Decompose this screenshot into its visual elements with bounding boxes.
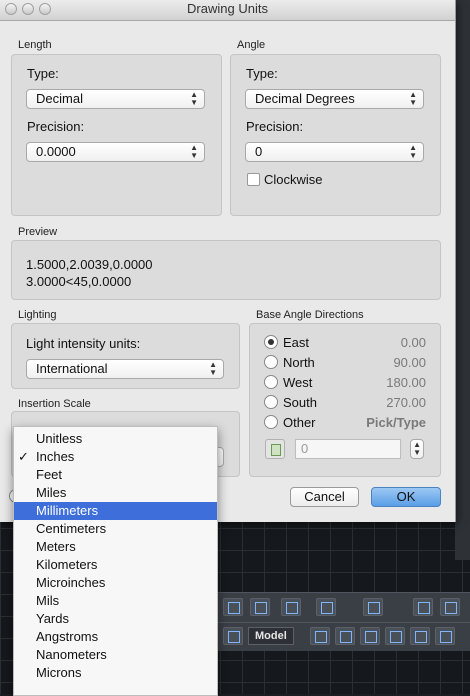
north-value: 90.00 <box>393 355 426 370</box>
toolbar-button[interactable] <box>363 598 383 616</box>
ortho-button[interactable] <box>385 627 405 645</box>
preview-line-2: 3.0000<45,0.0000 <box>26 274 132 289</box>
grid-display-button[interactable] <box>360 627 380 645</box>
menu-item-kilometers[interactable]: Kilometers <box>14 556 217 574</box>
snap-button[interactable] <box>310 627 330 645</box>
cad-toolbar-bottom: Model <box>218 622 470 651</box>
checkmark-icon: ✓ <box>18 449 29 464</box>
dialog-title: Drawing Units <box>187 1 268 16</box>
length-precision-label: Precision: <box>27 119 85 134</box>
angle-section-label: Angle <box>237 39 266 51</box>
menu-item-microns[interactable]: Microns <box>14 664 217 682</box>
stepper-arrows-icon: ▲ ▼ <box>413 440 421 457</box>
menu-item-mils[interactable]: Mils <box>14 592 217 610</box>
angle-type-select[interactable]: Decimal Degrees ▲ ▼ <box>245 89 424 109</box>
length-type-value: Decimal <box>36 91 83 106</box>
cad-side-strip <box>455 0 470 560</box>
south-radio[interactable] <box>264 395 278 409</box>
menu-item-angstroms[interactable]: Angstroms <box>14 628 217 646</box>
menu-item-meters[interactable]: Meters <box>14 538 217 556</box>
minimize-window-icon[interactable] <box>22 3 34 15</box>
ok-button[interactable]: OK <box>371 487 441 507</box>
angle-precision-select[interactable]: 0 ▲ ▼ <box>245 142 424 162</box>
osnap-button[interactable] <box>435 627 455 645</box>
east-label: East <box>283 335 310 350</box>
angle-type-value: Decimal Degrees <box>255 91 355 106</box>
other-angle-stepper[interactable]: ▲ ▼ <box>410 439 424 459</box>
north-radio[interactable] <box>264 355 278 369</box>
menu-item-yards[interactable]: Yards <box>14 610 217 628</box>
angle-type-label: Type: <box>246 66 278 81</box>
close-window-icon[interactable] <box>5 3 17 15</box>
stepper-arrows-icon: ▲ ▼ <box>409 90 417 107</box>
toolbar-button[interactable] <box>413 598 433 616</box>
light-intensity-value: International <box>36 361 108 376</box>
menu-item-microinches[interactable]: Microinches <box>14 574 217 592</box>
preview-line-1: 1.5000,2.0039,0.0000 <box>26 257 153 272</box>
west-value: 180.00 <box>386 375 426 390</box>
menu-item-nanometers[interactable]: Nanometers <box>14 646 217 664</box>
toolbar-button[interactable] <box>316 598 336 616</box>
north-label: North <box>283 355 315 370</box>
menu-item-inches[interactable]: ✓ Inches <box>14 448 217 466</box>
cad-toolbar-top <box>218 592 470 623</box>
other-angle-input[interactable]: 0 <box>295 439 401 459</box>
pick-type-label: Pick/Type <box>366 415 426 430</box>
grid-button[interactable] <box>335 627 355 645</box>
menu-item-centimeters[interactable]: Centimeters <box>14 520 217 538</box>
lighting-group <box>11 323 240 389</box>
menu-item-miles[interactable]: Miles <box>14 484 217 502</box>
other-label: Other <box>283 415 316 430</box>
polar-button[interactable] <box>410 627 430 645</box>
east-value: 0.00 <box>400 335 426 350</box>
toolbar-button[interactable] <box>223 598 243 616</box>
insertion-scale-menu: Unitless ✓ Inches Feet Miles Millimeters … <box>13 426 218 696</box>
menu-item-unitless[interactable]: Unitless <box>14 430 217 448</box>
model-tab[interactable]: Model <box>248 627 294 645</box>
stepper-arrows-icon: ▲ ▼ <box>190 143 198 160</box>
stepper-arrows-icon: ▲ ▼ <box>209 360 217 377</box>
length-type-label: Type: <box>27 66 59 81</box>
clockwise-checkbox[interactable] <box>247 173 260 186</box>
lighting-section-label: Lighting <box>18 309 57 321</box>
angle-precision-value: 0 <box>255 144 263 159</box>
title-bar: Drawing Units <box>0 0 455 21</box>
south-value: 270.00 <box>386 395 426 410</box>
other-radio[interactable] <box>264 415 278 429</box>
insertion-scale-section-label: Insertion Scale <box>18 398 91 410</box>
toolbar-button[interactable] <box>281 598 301 616</box>
length-precision-value: 0.0000 <box>36 144 76 159</box>
length-section-label: Length <box>18 39 52 51</box>
preview-section-label: Preview <box>18 226 58 238</box>
menu-item-feet[interactable]: Feet <box>14 466 217 484</box>
stepper-arrows-icon: ▲ ▼ <box>409 143 417 160</box>
light-intensity-select[interactable]: International ▲ ▼ <box>26 359 224 379</box>
angle-precision-label: Precision: <box>246 119 304 134</box>
pick-angle-icon[interactable] <box>265 439 285 459</box>
grid-toggle-button[interactable] <box>223 627 243 645</box>
length-type-select[interactable]: Decimal ▲ ▼ <box>26 89 205 109</box>
zoom-window-icon[interactable] <box>39 3 51 15</box>
west-label: West <box>283 375 313 390</box>
light-intensity-label: Light intensity units: <box>26 336 141 351</box>
stepper-arrows-icon: ▲ ▼ <box>190 90 198 107</box>
clockwise-label[interactable]: Clockwise <box>264 172 323 187</box>
menu-item-millimeters[interactable]: Millimeters <box>14 502 217 520</box>
toolbar-button[interactable] <box>440 598 460 616</box>
toolbar-button[interactable] <box>250 598 270 616</box>
base-angle-section-label: Base Angle Directions <box>256 309 364 321</box>
cancel-button[interactable]: Cancel <box>290 487 359 507</box>
south-label: South <box>283 395 317 410</box>
east-radio[interactable] <box>264 335 278 349</box>
west-radio[interactable] <box>264 375 278 389</box>
length-precision-select[interactable]: 0.0000 ▲ ▼ <box>26 142 205 162</box>
